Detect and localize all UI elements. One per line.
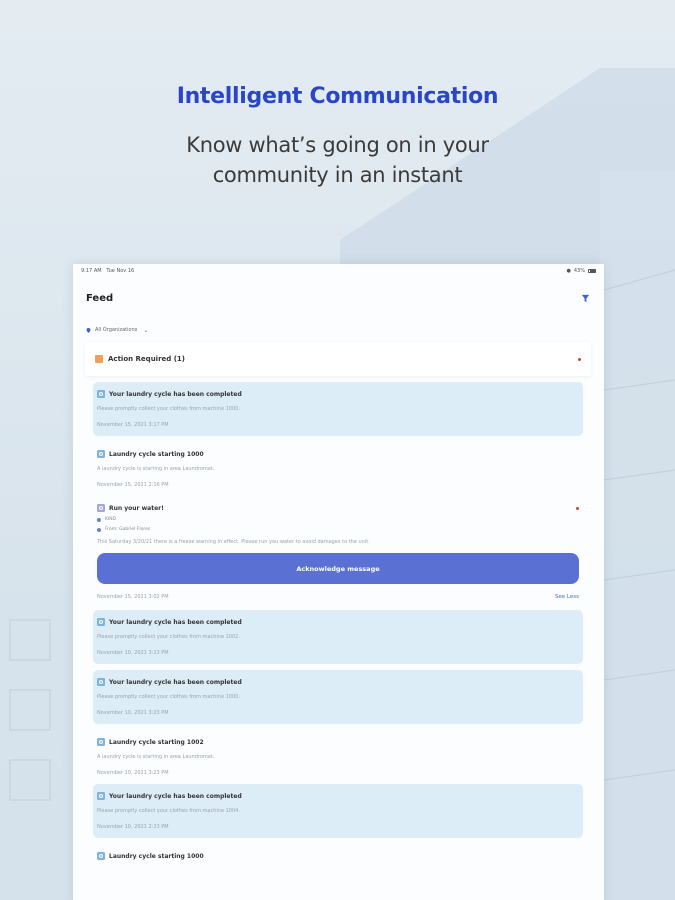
unread-dot — [576, 506, 579, 510]
feed-item[interactable]: Laundry cycle starting 1002 A laundry cy… — [93, 730, 583, 784]
chevron-down-icon: ⌄ — [143, 326, 149, 334]
feed-item-date: November 10, 2021 3:23 PM — [97, 710, 169, 716]
notice-message: This Saturday 3/20/21 there is a freeze … — [97, 539, 370, 545]
notice-from: From: Gabriel Flores — [97, 522, 579, 532]
feed-item-date: November 10, 2021 3:23 PM — [97, 650, 169, 656]
status-bar: 9:17 AM Tue Nov 16 ● 43% — [73, 264, 604, 277]
status-time: 9:17 AM — [81, 267, 102, 274]
notice-title: Run your water! — [109, 504, 164, 512]
location-pin-icon — [86, 327, 91, 333]
feed-item-date: November 15, 2021 3:17 PM — [97, 422, 169, 428]
feed-item-title: Your laundry cycle has been completed — [109, 678, 242, 686]
acknowledge-button[interactable]: Acknowledge message — [97, 553, 579, 584]
notice-from-label: From: Gabriel Flores — [105, 527, 151, 532]
see-less-link[interactable]: See Less — [555, 594, 579, 600]
notice-date: November 15, 2021 3:02 PM — [97, 594, 169, 600]
feed-list: Action Required (1) Your laundry cycle h… — [85, 342, 591, 860]
laundry-icon — [97, 450, 105, 458]
feed-item-title: Laundry cycle starting 1000 — [109, 450, 204, 458]
feed-item[interactable]: Laundry cycle starting 1000 — [93, 844, 583, 860]
feed-item-title-row: Your laundry cycle has been completed — [97, 670, 579, 686]
notice-tag-label: KIND — [105, 517, 117, 522]
status-left: 9:17 AM Tue Nov 16 — [81, 268, 134, 274]
feed-item-title: Your laundry cycle has been completed — [109, 792, 242, 800]
feed-item-date: November 10, 2021 3:23 PM — [97, 770, 169, 776]
page-title: Feed — [86, 292, 114, 304]
status-right: ● 43% — [566, 267, 596, 274]
feed-item[interactable]: Your laundry cycle has been completed Pl… — [93, 610, 583, 664]
tablet-screen: 9:17 AM Tue Nov 16 ● 43% Feed All Organi… — [73, 264, 604, 900]
tag-icon — [97, 517, 101, 522]
user-icon — [97, 527, 101, 532]
feed-item-title-row: Laundry cycle starting 1000 — [97, 442, 579, 458]
notice-title-group: Run your water! — [97, 504, 164, 512]
filter-icon[interactable] — [581, 294, 590, 303]
feed-item-message: A laundry cycle is starting in area Laun… — [97, 466, 215, 472]
feed-item-title: Your laundry cycle has been completed — [109, 390, 242, 398]
feed-item-title: Your laundry cycle has been completed — [109, 618, 242, 626]
notice-footer: November 15, 2021 3:02 PM See Less — [97, 584, 579, 610]
feed-item[interactable]: Your laundry cycle has been completed Pl… — [93, 382, 583, 436]
notice-title-row: Run your water! — [97, 496, 579, 512]
feed-item[interactable]: Your laundry cycle has been completed Pl… — [93, 670, 583, 724]
notice-tag: KIND — [97, 512, 579, 522]
feed-item-message: Please promptly collect your clothes fro… — [97, 406, 240, 412]
feed-header: Feed — [73, 277, 604, 307]
laundry-icon — [97, 738, 105, 746]
feed-item-title: Laundry cycle starting 1002 — [109, 738, 204, 746]
alert-icon — [95, 355, 103, 363]
headline: Intelligent Communication — [176, 84, 499, 109]
feed-item-message: Please promptly collect your clothes fro… — [97, 808, 240, 814]
battery-percent: 43% — [573, 267, 585, 274]
subheadline-line-1: Know what’s going on in your — [186, 133, 489, 157]
feed-item-title-row: Laundry cycle starting 1002 — [97, 730, 579, 746]
action-required-left: Action Required (1) — [95, 355, 185, 363]
subheadline: Know what’s going on in your community i… — [0, 130, 675, 190]
feed-item-message: Please promptly collect your clothes fro… — [97, 634, 240, 640]
feed-item[interactable]: Your laundry cycle has been completed Pl… — [93, 784, 583, 838]
organization-selector[interactable]: All Organizations ⌄ — [73, 307, 604, 337]
wifi-icon: ● — [566, 267, 571, 274]
laundry-icon — [97, 618, 105, 626]
unread-dot — [578, 357, 581, 361]
feed-item-title-row: Your laundry cycle has been completed — [97, 382, 579, 398]
organization-label: All Organizations — [95, 327, 138, 333]
feed-item-title: Laundry cycle starting 1000 — [109, 852, 204, 860]
laundry-icon — [97, 792, 105, 800]
feed-item-title-row: Laundry cycle starting 1000 — [97, 844, 579, 860]
feed-item-message: Please promptly collect your clothes fro… — [97, 694, 240, 700]
status-date: Tue Nov 16 — [106, 267, 135, 274]
feed-item-date: November 15, 2021 2:16 PM — [97, 482, 169, 488]
laundry-icon — [97, 390, 105, 398]
action-required-header[interactable]: Action Required (1) — [85, 342, 591, 376]
feed-item-title-row: Your laundry cycle has been completed — [97, 784, 579, 800]
action-required-label: Action Required (1) — [108, 355, 185, 363]
feed-item-date: November 10, 2021 2:23 PM — [97, 824, 169, 830]
subheadline-line-2: community in an instant — [212, 163, 463, 187]
battery-icon — [588, 268, 596, 273]
feed-item-title-row: Your laundry cycle has been completed — [97, 610, 579, 626]
notice-item: Run your water! KIND From: Gabriel Flore… — [93, 496, 583, 610]
feed-item[interactable]: Laundry cycle starting 1000 A laundry cy… — [93, 442, 583, 496]
message-icon — [97, 504, 105, 512]
laundry-icon — [97, 852, 105, 860]
laundry-icon — [97, 678, 105, 686]
feed-item-message: A laundry cycle is starting in area Laun… — [97, 754, 215, 760]
